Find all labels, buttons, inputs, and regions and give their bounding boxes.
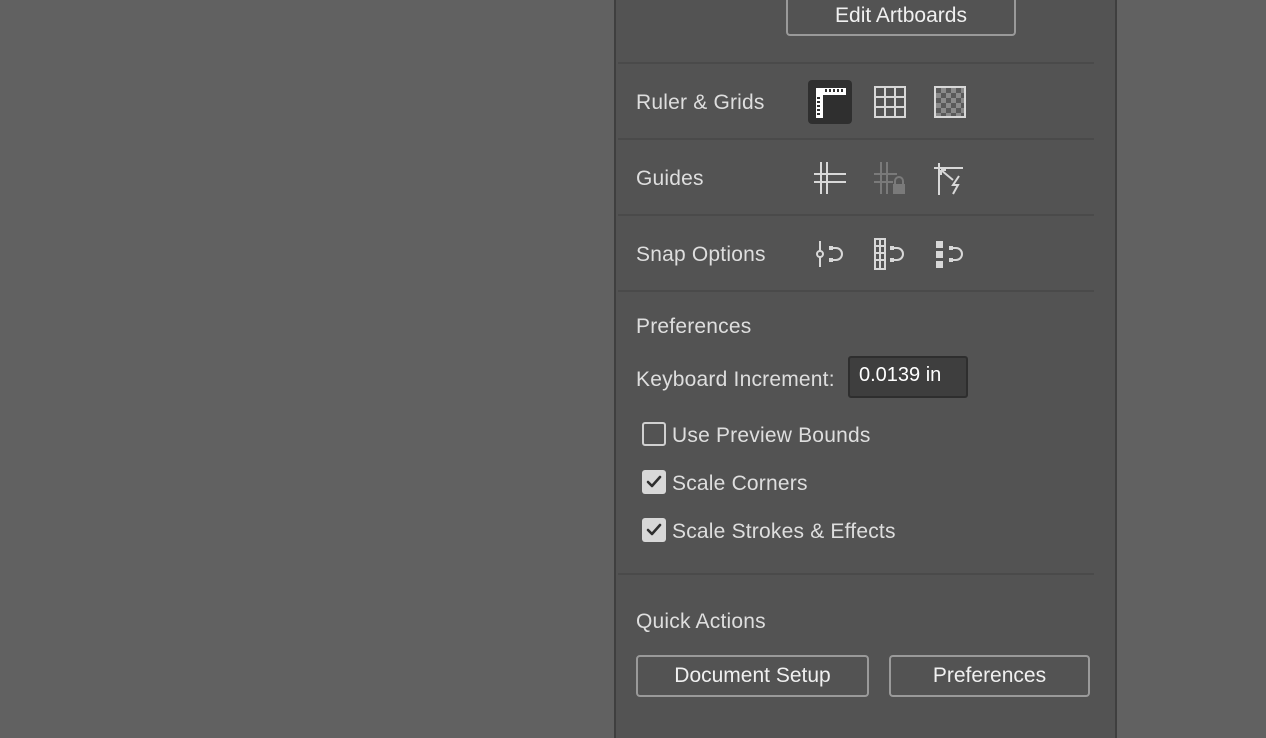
properties-panel: Edit Artboards Ruler & Grids Guides Snap… [614, 0, 1117, 738]
preferences-heading: Preferences [636, 315, 752, 338]
lock-guides-icon[interactable] [868, 156, 912, 200]
keyboard-increment-label: Keyboard Increment: [636, 368, 835, 391]
scale-strokes-effects-checkbox[interactable] [642, 518, 666, 542]
ruler-grids-label: Ruler & Grids [636, 91, 765, 114]
scale-strokes-effects-label: Scale Strokes & Effects [672, 520, 896, 543]
snap-options-label: Snap Options [636, 243, 766, 266]
snap-to-point-icon[interactable] [808, 232, 852, 276]
artboard-canvas[interactable] [0, 0, 614, 738]
document-setup-button[interactable]: Document Setup [636, 655, 869, 697]
scale-corners-label: Scale Corners [672, 472, 808, 495]
snap-to-grid-icon[interactable] [868, 232, 912, 276]
checkmark-icon [646, 475, 662, 488]
rulers-icon[interactable] [808, 80, 852, 124]
divider [618, 62, 1094, 64]
divider [618, 290, 1094, 292]
transparency-grid-icon[interactable] [928, 80, 972, 124]
divider [618, 573, 1094, 575]
guides-label: Guides [636, 167, 704, 190]
right-canvas-area [1117, 0, 1266, 738]
divider [618, 138, 1094, 140]
edit-artboards-button[interactable]: Edit Artboards [786, 0, 1016, 36]
smart-guides-icon[interactable] [928, 156, 972, 200]
grid-icon[interactable] [868, 80, 912, 124]
use-preview-bounds-checkbox[interactable] [642, 422, 666, 446]
keyboard-increment-field[interactable]: 0.0139 in [848, 356, 968, 398]
guides-icon[interactable] [808, 156, 852, 200]
checkmark-icon [646, 523, 662, 536]
snap-to-pixel-icon[interactable] [928, 232, 972, 276]
quick-actions-heading: Quick Actions [636, 610, 766, 633]
divider [618, 214, 1094, 216]
preferences-button[interactable]: Preferences [889, 655, 1090, 697]
scale-corners-checkbox[interactable] [642, 470, 666, 494]
use-preview-bounds-label: Use Preview Bounds [672, 424, 871, 447]
